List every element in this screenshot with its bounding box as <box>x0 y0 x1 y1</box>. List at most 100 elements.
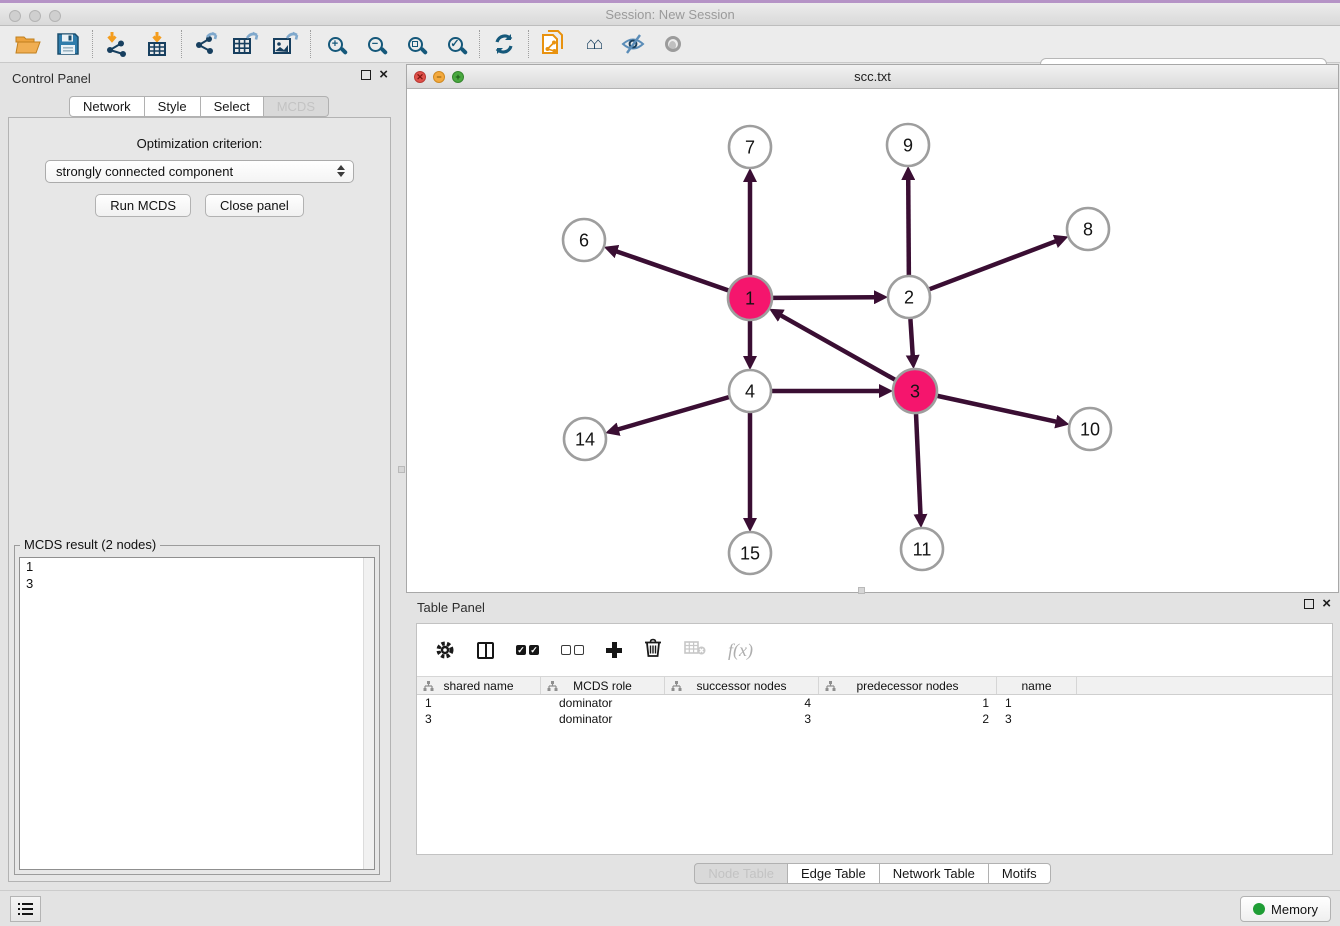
export-image-icon[interactable] <box>266 28 306 60</box>
add-column-icon[interactable] <box>606 642 622 658</box>
select-all-icon[interactable]: ✓✓ <box>516 645 539 655</box>
status-bar: Memory <box>0 890 1340 926</box>
zoom-selected-icon[interactable]: ✓ <box>435 28 475 60</box>
toolbar-separator <box>310 30 311 58</box>
window-title: Session: New Session <box>0 7 1340 22</box>
result-scrollbar[interactable] <box>363 558 374 869</box>
tab-select[interactable]: Select <box>201 96 264 117</box>
node-label-15: 15 <box>740 543 760 563</box>
optimization-criterion-value: strongly connected component <box>56 164 233 179</box>
bird-eye-view-icon[interactable] <box>653 28 693 60</box>
control-panel-tabs: NetworkStyleSelectMCDS <box>2 96 396 117</box>
column-header-shared-name[interactable]: shared name <box>417 677 541 694</box>
tab-edge-table[interactable]: Edge Table <box>788 863 880 884</box>
save-icon[interactable] <box>48 28 88 60</box>
toolbar-separator <box>181 30 182 58</box>
import-network-icon[interactable] <box>97 28 137 60</box>
hide-graphics-details-icon[interactable] <box>613 28 653 60</box>
zoom-fit-icon[interactable] <box>395 28 435 60</box>
table-cell[interactable]: 1 <box>997 695 1077 711</box>
close-panel-icon[interactable]: × <box>379 70 388 80</box>
zoom-out-icon[interactable]: − <box>355 28 395 60</box>
table-panel-tabs: Node TableEdge TableNetwork TableMotifs <box>406 863 1339 884</box>
zoom-in-icon[interactable]: + <box>315 28 355 60</box>
edge-1-2[interactable] <box>773 297 875 298</box>
optimization-criterion-select[interactable]: strongly connected component <box>45 160 354 183</box>
titlebar: Session: New Session <box>0 3 1340 26</box>
node-label-6: 6 <box>579 230 589 250</box>
float-panel-icon[interactable] <box>361 70 371 80</box>
table-cell[interactable]: 3 <box>665 711 819 727</box>
mcds-result-list[interactable]: 13 <box>19 557 375 870</box>
export-network-icon[interactable] <box>186 28 226 60</box>
edge-3-11[interactable] <box>916 414 920 515</box>
column-header-successor-nodes[interactable]: successor nodes <box>665 677 819 694</box>
table-cell[interactable]: 4 <box>665 695 819 711</box>
table-cell[interactable]: 3 <box>417 711 541 727</box>
task-history-button[interactable] <box>10 896 41 922</box>
tab-style[interactable]: Style <box>145 96 201 117</box>
edge-2-8[interactable] <box>930 241 1057 289</box>
tab-node-table[interactable]: Node Table <box>694 863 788 884</box>
delete-columns-icon[interactable] <box>644 638 662 663</box>
import-table-icon[interactable] <box>137 28 177 60</box>
memory-button[interactable]: Memory <box>1240 896 1331 922</box>
export-table-icon[interactable] <box>226 28 266 60</box>
run-mcds-button[interactable]: Run MCDS <box>95 194 191 217</box>
table-cell[interactable]: 1 <box>417 695 541 711</box>
edge-3-1[interactable] <box>780 315 894 380</box>
table-header-row: shared nameMCDS rolesuccessor nodesprede… <box>417 676 1332 695</box>
close-panel-button[interactable]: Close panel <box>205 194 304 217</box>
node-label-10: 10 <box>1080 419 1100 439</box>
tab-network[interactable]: Network <box>69 96 145 117</box>
table-toolbar: ✓✓ f(x) <box>417 624 1332 676</box>
table-cell[interactable]: dominator <box>541 711 665 727</box>
mcds-result-title: MCDS result (2 nodes) <box>20 537 160 552</box>
vertical-splitter-handle[interactable] <box>398 466 405 473</box>
control-panel-title: Control Panel <box>12 71 91 86</box>
network-window-titlebar[interactable]: ✕ − + scc.txt <box>407 65 1338 89</box>
memory-label: Memory <box>1271 902 1318 917</box>
clone-network-icon[interactable] <box>533 28 573 60</box>
float-table-panel-icon[interactable] <box>1304 599 1314 609</box>
table-cell[interactable]: 2 <box>819 711 997 727</box>
refresh-layout-icon[interactable] <box>484 28 524 60</box>
tab-motifs[interactable]: Motifs <box>989 863 1051 884</box>
memory-status-icon <box>1253 903 1265 915</box>
deselect-all-icon[interactable] <box>561 645 584 655</box>
settings-gear-icon[interactable] <box>435 640 455 660</box>
tab-mcds[interactable]: MCDS <box>264 96 329 117</box>
show-all-networks-icon[interactable]: ⌂⌂ <box>573 28 613 60</box>
node-label-9: 9 <box>903 135 913 155</box>
column-header-MCDS-role[interactable]: MCDS role <box>541 677 665 694</box>
table-cell[interactable]: dominator <box>541 695 665 711</box>
open-folder-icon[interactable] <box>8 28 48 60</box>
main-toolbar: + − ✓ ⌂⌂ <box>0 26 1340 63</box>
edge-2-3[interactable] <box>910 319 912 356</box>
node-label-2: 2 <box>904 287 914 307</box>
table-row[interactable]: 1dominator411 <box>417 695 1332 711</box>
show-columns-icon[interactable] <box>477 642 494 659</box>
table-cell[interactable]: 3 <box>997 711 1077 727</box>
edge-3-10[interactable] <box>937 396 1056 422</box>
edge-1-6[interactable] <box>616 251 728 290</box>
mcds-result-item[interactable]: 3 <box>20 575 374 592</box>
edge-2-9[interactable] <box>908 179 909 275</box>
node-label-14: 14 <box>575 429 595 449</box>
network-canvas[interactable]: 7968124314101511 <box>407 89 1338 592</box>
horizontal-splitter-handle[interactable] <box>858 587 865 594</box>
table-row[interactable]: 3dominator323 <box>417 711 1332 727</box>
node-label-7: 7 <box>745 137 755 157</box>
toolbar-separator <box>479 30 480 58</box>
tab-network-table[interactable]: Network Table <box>880 863 989 884</box>
table-cell[interactable]: 1 <box>819 695 997 711</box>
column-header-name[interactable]: name <box>997 677 1077 694</box>
toolbar-separator <box>528 30 529 58</box>
edge-4-14[interactable] <box>618 397 729 429</box>
application-window: Session: New Session + − ✓ <box>0 0 1340 926</box>
node-label-8: 8 <box>1083 219 1093 239</box>
close-table-panel-icon[interactable]: × <box>1322 599 1331 609</box>
table-panel: Table Panel × ✓✓ f(x) <box>406 595 1339 889</box>
column-header-predecessor-nodes[interactable]: predecessor nodes <box>819 677 997 694</box>
mcds-result-item[interactable]: 1 <box>20 558 374 575</box>
